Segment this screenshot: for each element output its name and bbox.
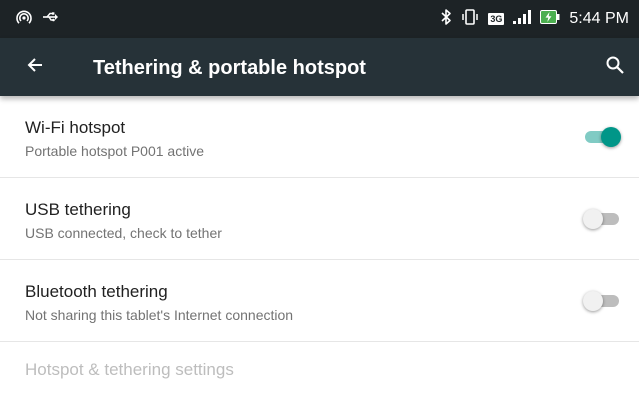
wifi-hotspot-row[interactable]: Wi-Fi hotspot Portable hotspot P001 acti… bbox=[0, 96, 639, 178]
usb-tethering-switch[interactable] bbox=[583, 206, 623, 232]
hotspot-icon bbox=[16, 9, 32, 30]
bluetooth-tethering-switch[interactable] bbox=[583, 288, 623, 314]
switch-thumb bbox=[601, 127, 621, 147]
bluetooth-icon bbox=[440, 8, 452, 31]
switch-thumb bbox=[583, 291, 603, 311]
status-bar-left bbox=[16, 9, 58, 29]
usb-tethering-title: USB tethering bbox=[25, 200, 131, 219]
usb-tethering-summary: USB connected, check to tether bbox=[25, 225, 222, 241]
status-bar: 3G 5:44 PM bbox=[0, 0, 639, 38]
page-title: Tethering & portable hotspot bbox=[93, 57, 366, 79]
vibrate-icon bbox=[461, 8, 479, 30]
wifi-hotspot-title: Wi-Fi hotspot bbox=[25, 118, 126, 137]
status-time: 5:44 PM bbox=[569, 10, 629, 27]
switch-thumb bbox=[583, 209, 603, 229]
search-icon bbox=[605, 55, 625, 80]
network-type-badge: 3G bbox=[488, 13, 505, 25]
signal-icon bbox=[513, 9, 532, 30]
usb-icon bbox=[42, 9, 58, 30]
battery-charging-icon bbox=[540, 9, 560, 30]
search-button[interactable] bbox=[602, 54, 628, 80]
settings-list: Wi-Fi hotspot Portable hotspot P001 acti… bbox=[0, 96, 639, 402]
usb-tethering-row[interactable]: USB tethering USB connected, check to te… bbox=[0, 178, 639, 260]
hotspot-settings-row[interactable]: Hotspot & tethering settings bbox=[0, 342, 639, 402]
wifi-hotspot-switch[interactable] bbox=[583, 124, 623, 150]
bluetooth-tethering-title: Bluetooth tethering bbox=[25, 282, 168, 301]
wifi-hotspot-summary: Portable hotspot P001 active bbox=[25, 143, 205, 159]
bluetooth-tethering-summary: Not sharing this tablet's Internet conne… bbox=[25, 307, 294, 323]
back-button[interactable] bbox=[20, 52, 50, 82]
hotspot-settings-title: Hotspot & tethering settings bbox=[25, 360, 234, 379]
arrow-back-icon bbox=[25, 55, 45, 80]
bluetooth-tethering-row[interactable]: Bluetooth tethering Not sharing this tab… bbox=[0, 260, 639, 342]
status-bar-right: 3G 5:44 PM bbox=[440, 8, 629, 31]
app-bar: Tethering & portable hotspot bbox=[0, 38, 639, 96]
